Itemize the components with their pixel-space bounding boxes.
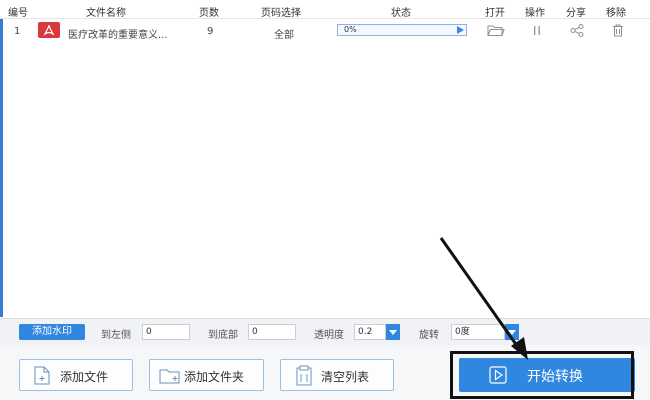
pause-icon[interactable] [532, 25, 542, 36]
col-status: 状态 [391, 8, 411, 19]
rotate-label: 旋转 [419, 330, 439, 341]
rotate-select[interactable]: 0度 [451, 324, 505, 340]
opacity-label: 透明度 [314, 330, 344, 341]
trash-icon[interactable] [612, 24, 624, 37]
opacity-dropdown-arrow[interactable] [386, 324, 400, 340]
clipboard-icon [296, 365, 312, 386]
add-folder-button[interactable]: 添加文件夹 [149, 359, 264, 391]
col-num: 编号 [8, 8, 28, 19]
col-name: 文件名称 [86, 8, 126, 19]
col-page-select: 页码选择 [261, 8, 301, 19]
opacity-select[interactable]: 0.2 [354, 324, 386, 340]
col-remove: 移除 [606, 8, 626, 19]
clear-list-button[interactable]: 清空列表 [280, 359, 394, 391]
add-file-button[interactable]: 添加文件 [19, 359, 133, 391]
add-folder-label: 添加文件夹 [184, 370, 245, 384]
page-select-value[interactable]: 全部 [274, 26, 294, 41]
bottom-offset-label: 到底部 [208, 330, 238, 341]
play-icon[interactable] [457, 26, 464, 34]
file-name: 医疗改革的重要意义... [68, 30, 168, 41]
header-divider [0, 18, 650, 19]
bottom-offset-input[interactable]: 0 [248, 324, 296, 340]
progress-text: 0% [344, 25, 357, 34]
add-watermark-button[interactable]: 添加水印 [19, 324, 85, 340]
table-header: 编号 文件名称 页数 页码选择 状态 打开 操作 分享 移除 [0, 0, 650, 19]
file-pages: 9 [207, 26, 214, 37]
col-open: 打开 [485, 8, 505, 19]
col-operate: 操作 [525, 8, 545, 19]
pdf-file-icon [38, 22, 60, 38]
highlight-frame [450, 351, 634, 399]
rotate-dropdown-arrow[interactable] [505, 324, 519, 340]
add-folder-icon [159, 369, 180, 384]
col-share: 分享 [566, 8, 586, 19]
left-offset-input[interactable]: 0 [142, 324, 190, 340]
folder-open-icon[interactable] [487, 24, 505, 37]
add-file-label: 添加文件 [60, 370, 109, 384]
row-index: 1 [14, 26, 21, 37]
clear-list-label: 清空列表 [321, 370, 370, 384]
left-accent-border [0, 19, 3, 317]
share-icon[interactable] [570, 24, 584, 37]
add-file-icon [34, 366, 50, 385]
left-offset-label: 到左侧 [101, 330, 131, 341]
col-pages: 页数 [199, 8, 219, 19]
conversion-progress-bar: 0% [337, 24, 467, 36]
